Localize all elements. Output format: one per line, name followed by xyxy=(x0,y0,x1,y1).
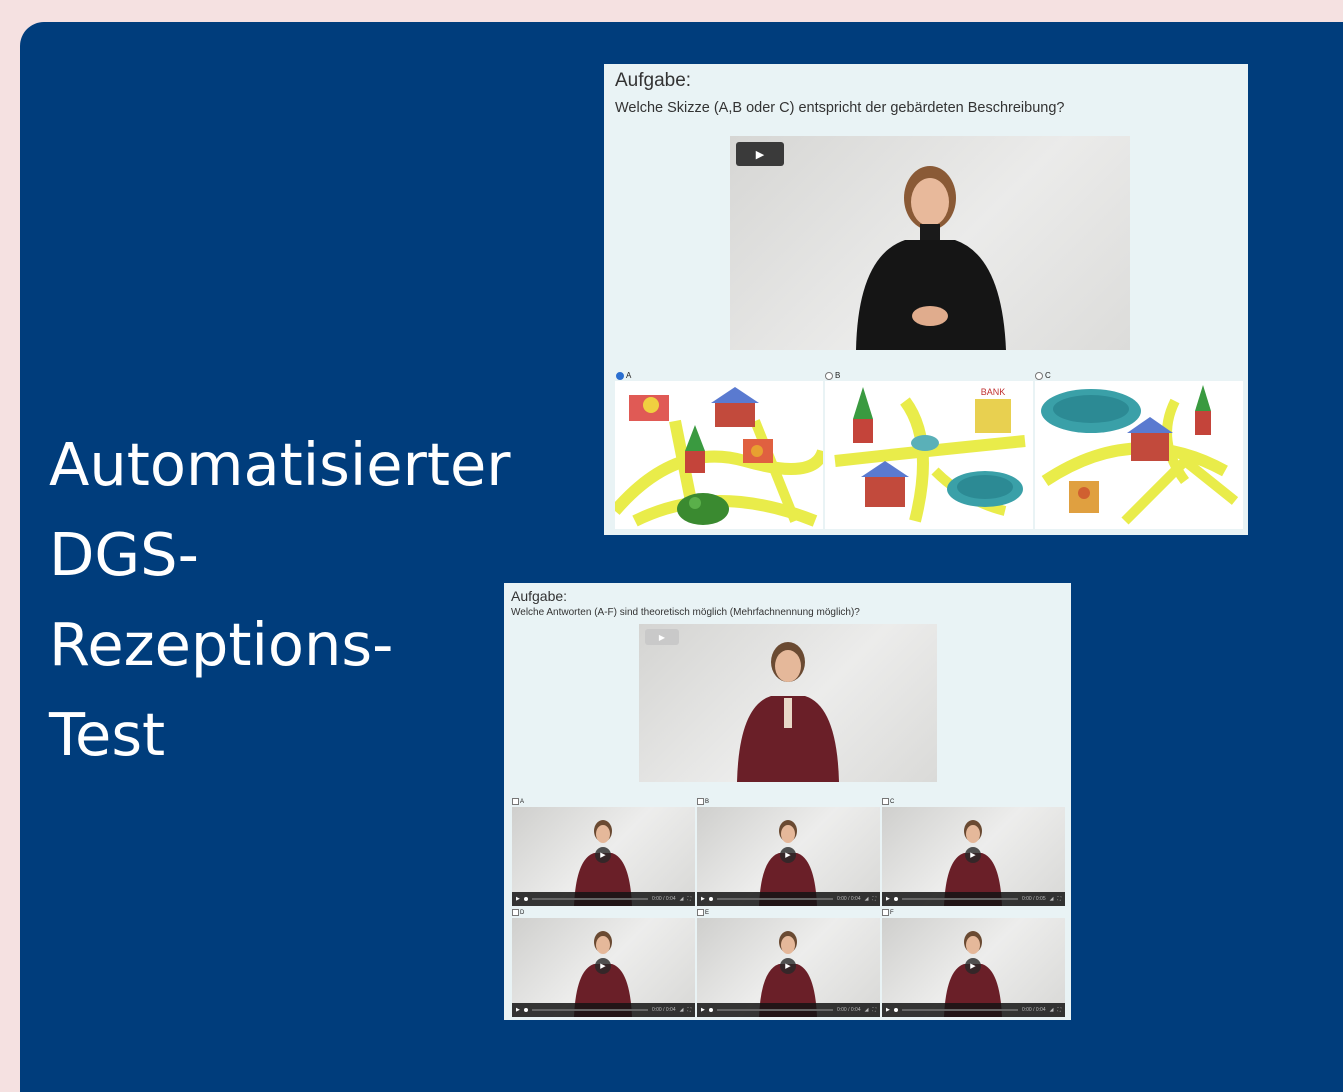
option-a[interactable]: A xyxy=(616,371,631,380)
video-time: 0:00 / 0:04 xyxy=(1021,1007,1046,1013)
sketch-c-drawing xyxy=(1041,385,1239,525)
answer-d-label: D xyxy=(520,909,525,916)
sketch-b-drawing: BANK xyxy=(834,387,1026,523)
answer-b-checkbox[interactable]: B xyxy=(697,798,709,805)
play-icon[interactable]: ▶ xyxy=(701,1007,705,1013)
answer-c-video[interactable]: ▶ ▶ 0:00 / 0:05 ◢ ⛶ xyxy=(882,807,1065,906)
video-time: 0:00 / 0:05 xyxy=(1021,896,1046,902)
answer-b-label: B xyxy=(705,798,710,805)
slide-title-line-3: Rezeptions- xyxy=(49,610,394,679)
answer-a-video[interactable]: ▶ ▶ 0:00 / 0:04 ◢ ⛶ xyxy=(512,807,695,906)
answer-e-video[interactable]: ▶ ▶ 0:00 / 0:04 ◢ ⛶ xyxy=(697,918,880,1017)
play-icon: ▶ xyxy=(658,632,666,642)
task-heading-2: Aufgabe: xyxy=(511,588,568,604)
video-time: 0:00 / 0:04 xyxy=(651,1007,676,1013)
volume-icon[interactable]: ◢ xyxy=(1050,1007,1054,1013)
video-controls[interactable]: ▶ 0:00 / 0:04 ◢ ⛶ xyxy=(512,892,695,906)
video-time: 0:00 / 0:04 xyxy=(836,1007,861,1013)
sketch-a[interactable] xyxy=(615,381,823,529)
play-icon[interactable]: ▶ xyxy=(516,896,520,902)
video-time: 0:00 / 0:04 xyxy=(836,896,861,902)
answer-e-label: E xyxy=(705,909,710,916)
play-icon[interactable]: ▶ xyxy=(965,958,981,974)
volume-icon[interactable]: ◢ xyxy=(865,896,869,902)
signer-figure xyxy=(856,166,1006,350)
volume-icon[interactable]: ◢ xyxy=(865,1007,869,1013)
radio-b[interactable] xyxy=(825,371,833,380)
answer-f-label: F xyxy=(890,909,894,916)
option-c[interactable]: C xyxy=(1035,371,1051,380)
radio-a[interactable] xyxy=(616,371,624,380)
play-button[interactable]: ▶ xyxy=(736,142,784,166)
answer-e-checkbox[interactable]: E xyxy=(697,909,709,916)
play-icon[interactable]: ▶ xyxy=(965,847,981,863)
play-icon[interactable]: ▶ xyxy=(701,896,705,902)
option-b-label: B xyxy=(835,371,841,380)
fullscreen-icon[interactable]: ⛶ xyxy=(1057,896,1061,902)
answer-b-video[interactable]: ▶ ▶ 0:00 / 0:04 ◢ ⛶ xyxy=(697,807,880,906)
answer-f-checkbox[interactable]: F xyxy=(882,909,894,916)
radio-c[interactable] xyxy=(1035,371,1043,380)
task-question-2: Welche Antworten (A-F) sind theoretisch … xyxy=(511,607,860,618)
answer-d-checkbox[interactable]: D xyxy=(512,909,524,916)
video-time: 0:00 / 0:04 xyxy=(651,896,676,902)
play-icon: ▶ xyxy=(755,147,765,161)
volume-icon[interactable]: ◢ xyxy=(680,896,684,902)
play-icon[interactable]: ▶ xyxy=(595,958,611,974)
fullscreen-icon[interactable]: ⛶ xyxy=(1057,1007,1061,1013)
sketch-b[interactable]: BANK xyxy=(825,381,1033,529)
option-c-label: C xyxy=(1045,371,1051,380)
signer-figure-2 xyxy=(737,642,839,782)
video-controls[interactable]: ▶ 0:00 / 0:04 ◢ ⛶ xyxy=(882,1003,1065,1017)
answer-a-label: A xyxy=(520,798,525,805)
video-controls[interactable]: ▶ 0:00 / 0:04 ◢ ⛶ xyxy=(697,892,880,906)
bank-sign-text: BANK xyxy=(981,387,1006,397)
play-icon[interactable]: ▶ xyxy=(886,1007,890,1013)
sketch-a-drawing xyxy=(615,387,823,527)
task-panel-sketch: Aufgabe: Welche Skizze (A,B oder C) ents… xyxy=(604,64,1248,535)
answer-d-video[interactable]: ▶ ▶ 0:00 / 0:04 ◢ ⛶ xyxy=(512,918,695,1017)
play-icon[interactable]: ▶ xyxy=(516,1007,520,1013)
play-icon[interactable]: ▶ xyxy=(886,896,890,902)
fullscreen-icon[interactable]: ⛶ xyxy=(687,896,691,902)
video-controls[interactable]: ▶ 0:00 / 0:04 ◢ ⛶ xyxy=(512,1003,695,1017)
answer-a-checkbox[interactable]: A xyxy=(512,798,524,805)
play-button-2[interactable]: ▶ xyxy=(645,629,679,645)
slide-title-line-2: DGS- xyxy=(49,520,199,589)
task-question: Welche Skizze (A,B oder C) entspricht de… xyxy=(615,100,1065,116)
fullscreen-icon[interactable]: ⛶ xyxy=(687,1007,691,1013)
sign-language-video-2[interactable]: ▶ xyxy=(639,624,937,782)
fullscreen-icon[interactable]: ⛶ xyxy=(872,896,876,902)
slide-title-line-4: Test xyxy=(49,700,166,769)
task-panel-answers: Aufgabe: Welche Antworten (A-F) sind the… xyxy=(504,583,1071,1020)
video-controls[interactable]: ▶ 0:00 / 0:05 ◢ ⛶ xyxy=(882,892,1065,906)
option-b[interactable]: B xyxy=(825,371,840,380)
sign-language-video[interactable]: ▶ xyxy=(730,136,1130,350)
slide-title-line-1: Automatisierter xyxy=(49,430,511,499)
answer-c-checkbox[interactable]: C xyxy=(882,798,894,805)
play-icon[interactable]: ▶ xyxy=(780,847,796,863)
option-a-label: A xyxy=(626,371,632,380)
video-controls[interactable]: ▶ 0:00 / 0:04 ◢ ⛶ xyxy=(697,1003,880,1017)
volume-icon[interactable]: ◢ xyxy=(680,1007,684,1013)
fullscreen-icon[interactable]: ⛶ xyxy=(872,1007,876,1013)
task-heading: Aufgabe: xyxy=(615,70,692,91)
play-icon[interactable]: ▶ xyxy=(595,847,611,863)
answer-f-video[interactable]: ▶ ▶ 0:00 / 0:04 ◢ ⛶ xyxy=(882,918,1065,1017)
sketch-c[interactable] xyxy=(1035,381,1243,529)
play-icon[interactable]: ▶ xyxy=(780,958,796,974)
volume-icon[interactable]: ◢ xyxy=(1050,896,1054,902)
answer-c-label: C xyxy=(890,798,895,805)
